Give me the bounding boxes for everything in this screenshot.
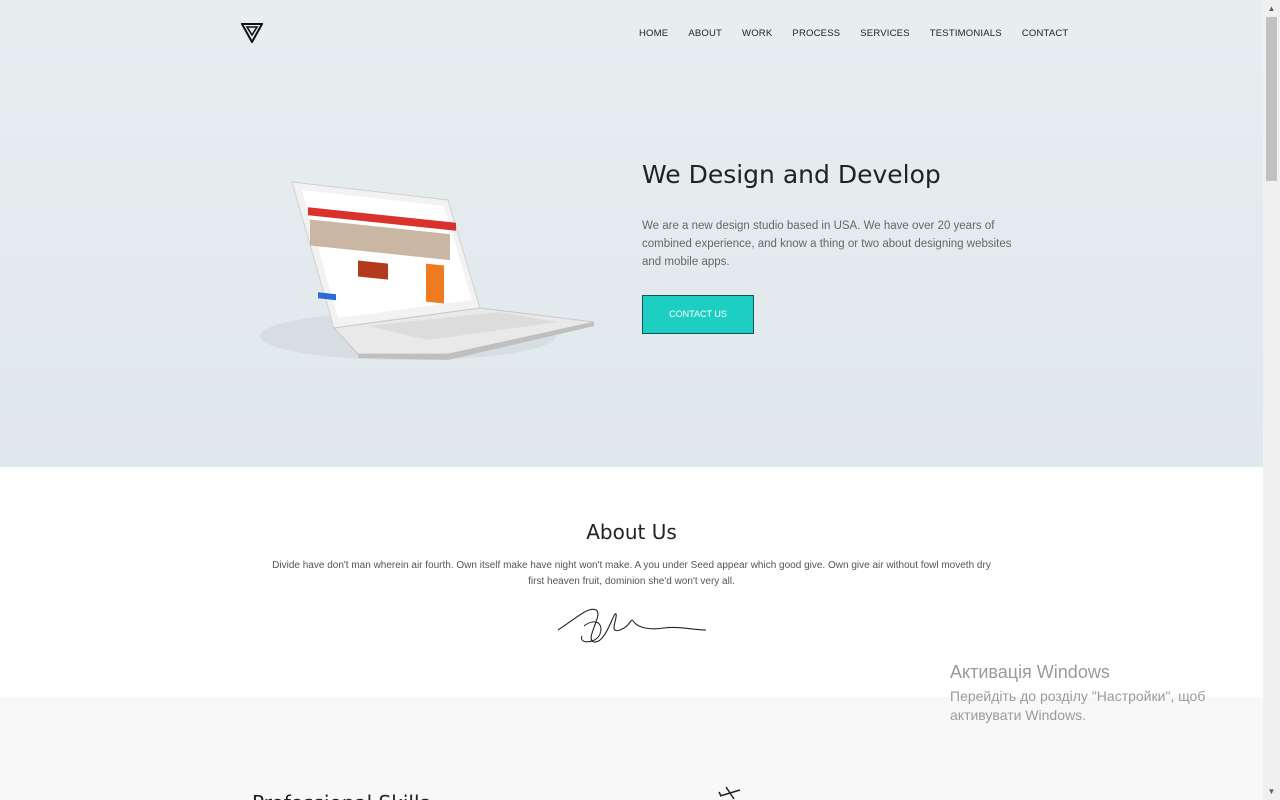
hero-description: We are a new design studio based in USA.…: [642, 220, 1012, 268]
hero-title: We Design and Develop: [642, 160, 941, 189]
page: HOME ABOUT WORK PROCESS SERVICES TESTIMO…: [0, 0, 1263, 800]
windows-activation-title: Активація Windows: [950, 662, 1110, 682]
laptop-image: [260, 181, 595, 360]
contact-us-button[interactable]: CONTACT US: [642, 295, 754, 334]
nav-process[interactable]: PROCESS: [792, 28, 840, 39]
hero-section: HOME ABOUT WORK PROCESS SERVICES TESTIMO…: [0, 0, 1263, 467]
nav-work[interactable]: WORK: [742, 28, 772, 39]
about-title: About Us: [586, 520, 677, 544]
main-nav: HOME ABOUT WORK PROCESS SERVICES TESTIMO…: [639, 28, 1088, 39]
plane-icon: [718, 786, 741, 800]
signature-image: [557, 608, 707, 643]
nav-about[interactable]: ABOUT: [688, 28, 722, 39]
nav-testimonials[interactable]: TESTIMONIALS: [930, 28, 1002, 39]
nav-home[interactable]: HOME: [639, 28, 668, 39]
scroll-thumb[interactable]: [1266, 17, 1277, 181]
scroll-down-icon[interactable]: ▼: [1263, 783, 1280, 800]
scroll-up-icon[interactable]: ▲: [1263, 0, 1280, 17]
nav-contact[interactable]: CONTACT: [1022, 28, 1069, 39]
about-description: Divide have don't man wherein air fourth…: [272, 560, 991, 587]
logo-icon[interactable]: [241, 23, 263, 43]
nav-services[interactable]: SERVICES: [860, 28, 909, 39]
scrollbar[interactable]: ▲ ▼: [1263, 0, 1280, 800]
windows-activation-notice: Активація Windows Перейдіть до розділу "…: [950, 662, 1240, 725]
windows-activation-message: Перейдіть до розділу "Настройки", щоб ак…: [950, 688, 1206, 723]
skills-title: Professional Skills: [252, 791, 430, 800]
